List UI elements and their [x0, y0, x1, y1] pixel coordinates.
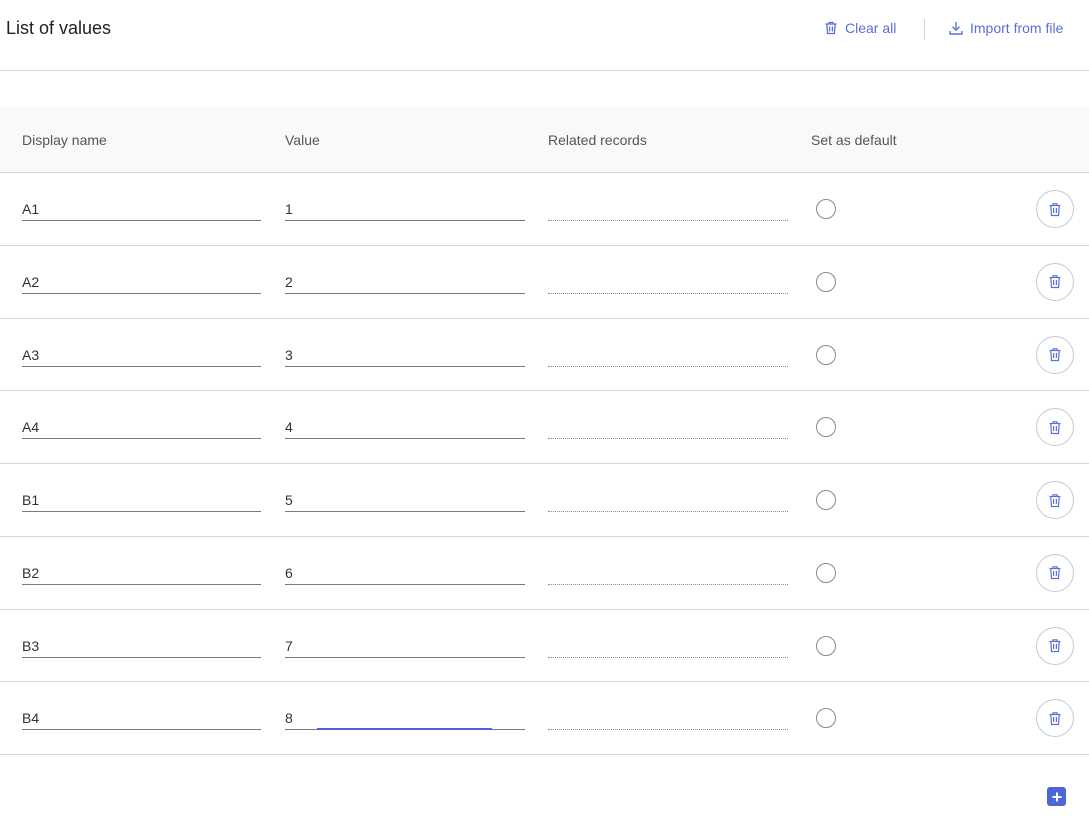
set-as-default-radio[interactable]	[816, 417, 836, 438]
import-from-file-label: Import from file	[970, 20, 1064, 36]
trash-icon	[1049, 420, 1061, 434]
column-header-set-as-default: Set as default	[811, 132, 897, 148]
header: List of values Clear all Import from fil…	[0, 0, 1089, 71]
clear-all-label: Clear all	[845, 20, 897, 36]
trash-icon	[1049, 493, 1061, 507]
download-icon	[949, 22, 963, 35]
value-input[interactable]: 2	[285, 273, 525, 294]
table-row: B2 6	[0, 537, 1089, 610]
trash-icon	[1049, 348, 1061, 362]
table-row: B1 5	[0, 464, 1089, 537]
table-row: B3 7	[0, 610, 1089, 683]
delete-row-button[interactable]	[1036, 190, 1074, 228]
display-name-input[interactable]: A4	[22, 418, 261, 440]
clear-all-button[interactable]: Clear all	[823, 20, 896, 36]
trash-icon	[825, 21, 837, 35]
value-input[interactable]: 3	[285, 346, 525, 367]
table-row: A4 4	[0, 391, 1089, 464]
trash-icon	[1049, 202, 1061, 216]
trash-icon	[1049, 275, 1061, 289]
table-row: A3 3	[0, 319, 1089, 392]
display-name-input[interactable]: B2	[22, 564, 261, 585]
display-name-input[interactable]: B1	[22, 491, 261, 512]
set-as-default-radio[interactable]	[816, 562, 836, 583]
display-name-input[interactable]: B4	[22, 709, 261, 731]
delete-row-button[interactable]	[1036, 262, 1074, 301]
set-as-default-radio[interactable]	[816, 490, 836, 510]
related-records-field[interactable]	[548, 709, 788, 731]
column-header-value: Value	[285, 132, 320, 148]
delete-row-button[interactable]	[1036, 626, 1074, 665]
value-input[interactable]: 5	[285, 491, 525, 512]
table-header: Display name Value Related records Set a…	[0, 107, 1089, 173]
value-input[interactable]: 1	[285, 200, 525, 221]
delete-row-button[interactable]	[1036, 335, 1074, 374]
related-records-field[interactable]	[548, 564, 788, 585]
delete-row-button[interactable]	[1036, 481, 1074, 519]
trash-icon	[1049, 566, 1061, 580]
column-header-related-records: Related records	[548, 132, 647, 148]
trash-icon	[1049, 639, 1061, 653]
display-name-input[interactable]: B3	[22, 637, 261, 658]
focus-indicator	[317, 728, 492, 731]
display-name-input[interactable]: A3	[22, 346, 261, 367]
trash-icon	[1049, 711, 1061, 725]
value-input[interactable]: 4	[285, 418, 525, 440]
value-input[interactable]: 7	[285, 637, 525, 658]
delete-row-button[interactable]	[1036, 699, 1074, 738]
page-title: List of values	[6, 18, 112, 38]
add-row-button[interactable]	[1047, 787, 1066, 806]
display-name-input[interactable]: A2	[22, 273, 261, 294]
value-input[interactable]: 6	[285, 564, 525, 585]
table-row: A1 1	[0, 173, 1089, 246]
display-name-input[interactable]: A1	[22, 200, 261, 221]
delete-row-button[interactable]	[1036, 408, 1074, 447]
header-divider	[924, 19, 925, 40]
values-table: A1 1 A2 2 A3 3 A4 4 B1 5 B2 6 B3 7 B4 8	[0, 173, 1089, 755]
set-as-default-radio[interactable]	[816, 344, 836, 365]
delete-row-button[interactable]	[1036, 553, 1074, 592]
related-records-field[interactable]	[548, 346, 788, 367]
set-as-default-radio[interactable]	[816, 635, 836, 656]
table-row: A2 2	[0, 246, 1089, 319]
related-records-field[interactable]	[548, 418, 788, 440]
plus-icon	[1052, 792, 1061, 801]
value-text: 8	[285, 710, 293, 727]
table-row: B4 8	[0, 682, 1089, 755]
related-records-field[interactable]	[548, 200, 788, 221]
value-input-focused[interactable]: 8	[285, 709, 525, 731]
related-records-field[interactable]	[548, 273, 788, 294]
related-records-field[interactable]	[548, 491, 788, 512]
set-as-default-radio[interactable]	[816, 199, 836, 219]
set-as-default-radio[interactable]	[816, 271, 836, 292]
related-records-field[interactable]	[548, 637, 788, 658]
import-from-file-button[interactable]: Import from file	[948, 20, 1063, 36]
set-as-default-radio[interactable]	[816, 708, 836, 729]
column-header-display-name: Display name	[22, 132, 107, 148]
